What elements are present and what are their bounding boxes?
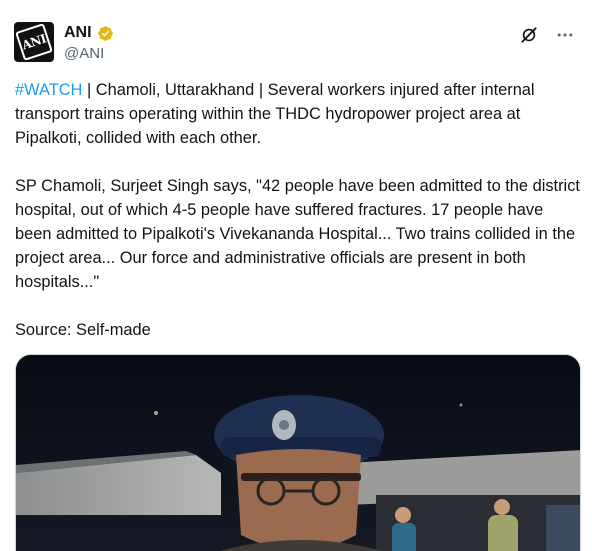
- grok-icon: [521, 27, 537, 43]
- more-button[interactable]: [554, 24, 576, 46]
- video-frame-image: [16, 355, 580, 551]
- handle[interactable]: @ANI: [64, 45, 114, 62]
- tweet-paragraph-3: Source: Self-made: [15, 321, 151, 339]
- avatar[interactable]: ANI: [14, 22, 54, 62]
- tweet-text: #WATCH | Chamoli, Uttarakhand | Several …: [15, 78, 581, 342]
- author-names: ANI @ANI: [64, 24, 114, 62]
- display-name-row: ANI: [64, 24, 114, 42]
- ani-logo: ANI: [15, 23, 53, 61]
- tweet-paragraph-1: | Chamoli, Uttarakhand | Several workers…: [15, 81, 540, 147]
- grok-button[interactable]: [518, 24, 540, 46]
- display-name[interactable]: ANI: [64, 24, 92, 42]
- tweet-header: ANI ANI @ANI: [14, 18, 578, 66]
- tweet-actions: [518, 24, 576, 46]
- hashtag-link[interactable]: #WATCH: [15, 81, 82, 99]
- tweet-paragraph-2: SP Chamoli, Surjeet Singh says, "42 peop…: [15, 177, 585, 291]
- verified-badge-icon: [97, 25, 113, 41]
- video-media[interactable]: [15, 354, 581, 551]
- more-icon: [557, 33, 573, 37]
